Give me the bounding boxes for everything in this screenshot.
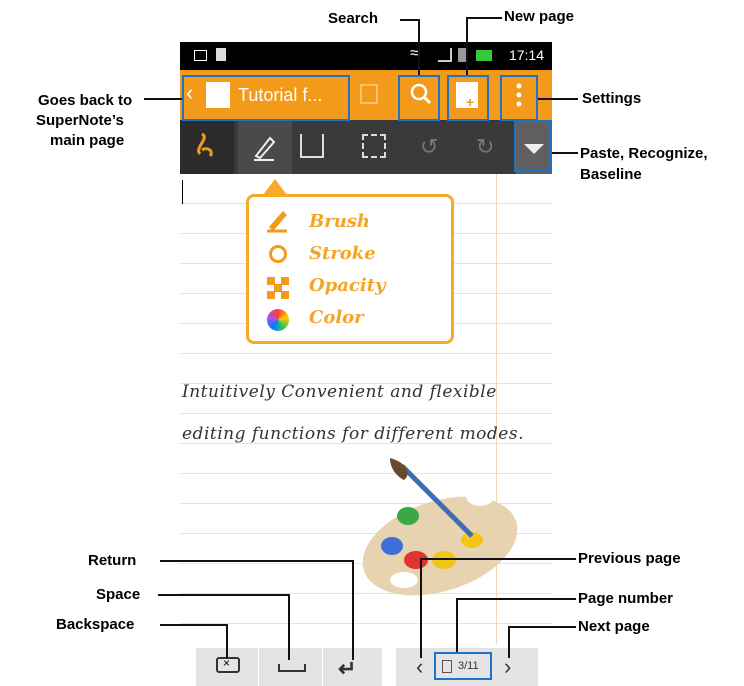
file-notification-icon — [216, 48, 226, 61]
brush-settings-callout: Brush Stroke Opacity Color — [246, 179, 454, 344]
paste-annotation-2: Baseline — [580, 166, 642, 183]
new-page-leader — [466, 17, 502, 19]
backspace-button[interactable]: × — [216, 656, 240, 673]
search-highlight — [398, 75, 440, 121]
space-leader — [158, 594, 290, 596]
new-page-annotation: New page — [504, 8, 575, 25]
return-leader — [160, 560, 354, 562]
space-leader-v — [288, 594, 290, 660]
page-number-highlight — [434, 652, 492, 680]
previous-page-leader — [420, 558, 576, 560]
backspace-leader-v — [226, 624, 228, 658]
search-leader — [400, 19, 418, 21]
previous-page-annotation: Previous page — [578, 550, 681, 567]
opacity-icon — [267, 277, 289, 304]
brush-icon — [265, 207, 291, 238]
back-highlight — [182, 75, 350, 121]
backspace-annotation: Backspace — [56, 616, 135, 633]
status-bar: ≈ 17:14 — [180, 42, 552, 70]
pen-tool-icon[interactable] — [238, 120, 292, 174]
paste-annotation-1: Paste, Recognize, — [580, 145, 708, 162]
redo-icon[interactable]: ↻ — [476, 134, 494, 160]
page-number-annotation: Page number — [578, 590, 674, 607]
color-icon — [267, 309, 289, 331]
space-button[interactable] — [278, 664, 306, 672]
image-notification-icon — [194, 50, 207, 61]
brush-tool-icon[interactable] — [180, 120, 234, 174]
text-cursor — [182, 180, 183, 204]
menu-highlight — [514, 120, 552, 172]
new-page-highlight — [447, 75, 489, 121]
tool-bar: ↺ ↻ — [180, 120, 552, 174]
palette-illustration — [352, 456, 522, 596]
opacity-label: Opacity — [309, 275, 386, 296]
separator-1 — [258, 648, 259, 686]
previous-page-leader-v — [420, 558, 422, 658]
paste-leader — [552, 152, 578, 154]
undo-icon[interactable]: ↺ — [420, 134, 438, 160]
save-icon[interactable] — [360, 84, 378, 104]
select-icon[interactable] — [362, 134, 386, 158]
settings-highlight — [500, 75, 538, 121]
goes-back-leader — [144, 98, 182, 100]
next-page-leader-v — [508, 626, 510, 658]
next-page-annotation: Next page — [578, 618, 650, 635]
new-page-leader-v — [466, 17, 468, 75]
color-label: Color — [309, 307, 364, 328]
status-time: 17:14 — [508, 47, 544, 63]
space-annotation: Space — [96, 586, 141, 603]
signal-icon — [438, 48, 452, 62]
return-annotation: Return — [88, 552, 137, 569]
handwriting-line-2: editing functions for different modes. — [182, 424, 524, 444]
settings-leader — [538, 98, 578, 100]
backspace-leader — [160, 624, 228, 626]
goes-back-annotation-2: SuperNote’s — [36, 112, 124, 129]
page-number-leader-v — [456, 598, 458, 652]
goes-back-annotation-3: main page — [50, 132, 125, 149]
page-number-leader — [456, 598, 576, 600]
return-leader-v — [352, 560, 354, 660]
brush-label: Brush — [309, 211, 371, 232]
battery-icon — [476, 50, 492, 61]
goes-back-annotation-1: Goes back to — [38, 92, 133, 109]
stroke-icon — [269, 245, 287, 263]
callout-pointer — [263, 179, 287, 195]
stroke-label: Stroke — [309, 243, 376, 264]
insert-icon[interactable] — [300, 134, 324, 158]
settings-annotation: Settings — [582, 90, 642, 107]
search-leader-v — [418, 19, 420, 75]
separator-2 — [322, 648, 323, 686]
handwriting-line-1: Intuitively Convenient and flexible — [182, 382, 497, 402]
search-annotation: Search — [328, 10, 379, 27]
next-page-leader — [508, 626, 576, 628]
